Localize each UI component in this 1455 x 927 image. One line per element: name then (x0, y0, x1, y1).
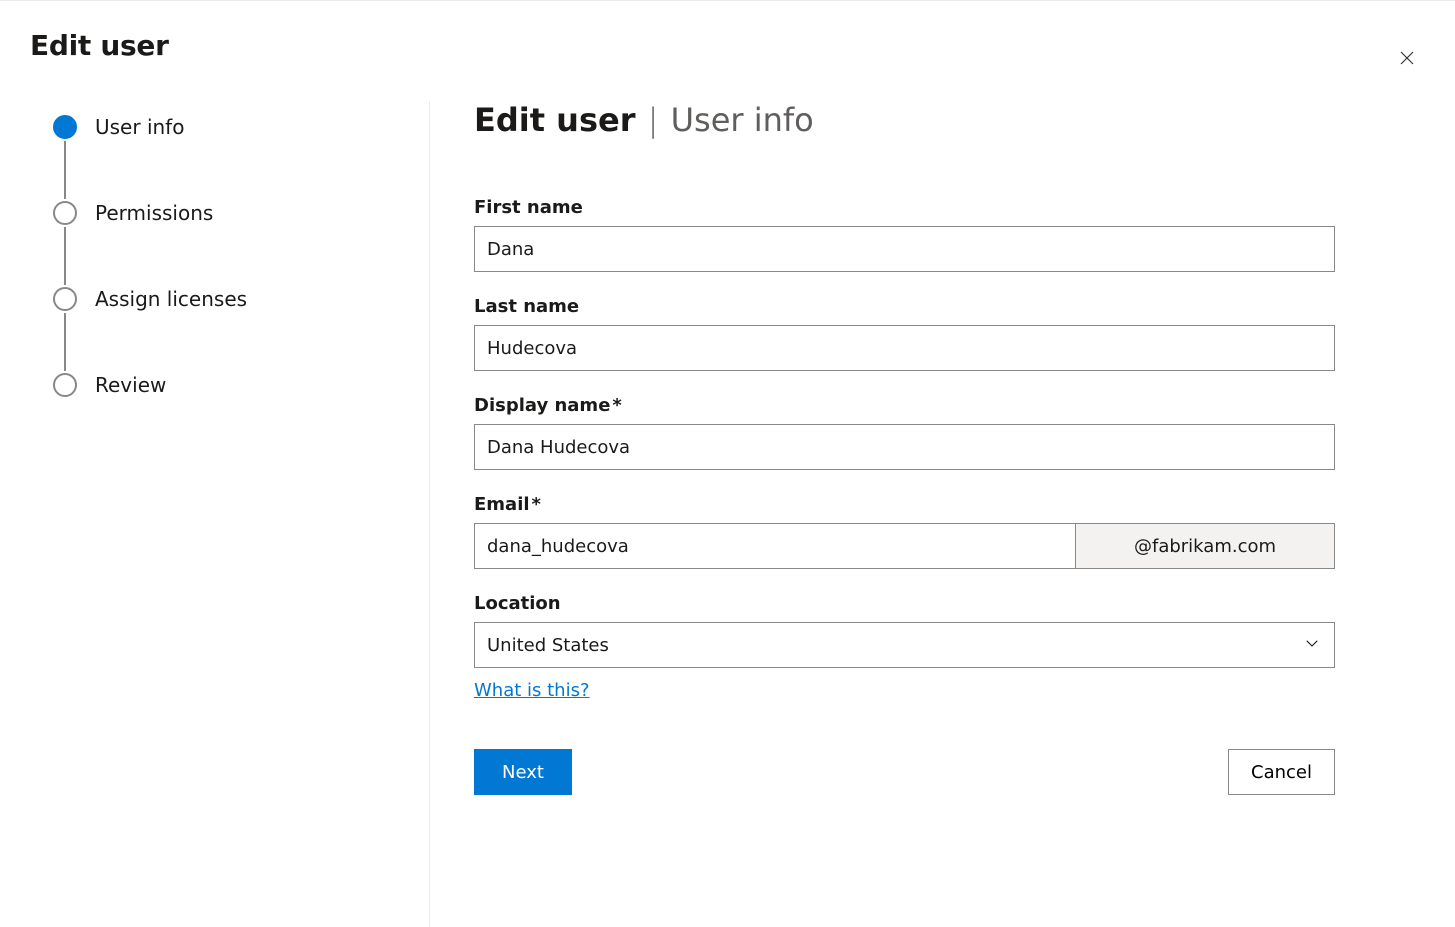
next-button[interactable]: Next (474, 749, 572, 795)
first-name-label: First name (474, 197, 1335, 218)
heading-main: Edit user (474, 101, 635, 139)
location-label: Location (474, 593, 1335, 614)
step-user-info[interactable]: User info (53, 115, 429, 139)
location-select[interactable] (474, 622, 1335, 668)
panel-title: Edit user (30, 29, 169, 62)
step-indicator-icon (53, 287, 77, 311)
email-domain-display: @fabrikam.com (1075, 523, 1335, 569)
email-label: Email* (474, 494, 1335, 515)
what-is-this-link[interactable]: What is this? (474, 680, 590, 701)
close-icon (1398, 49, 1416, 70)
email-input[interactable] (474, 523, 1075, 569)
step-permissions[interactable]: Permissions (53, 201, 429, 225)
heading-separator: | (637, 101, 668, 139)
close-button[interactable] (1395, 47, 1419, 71)
last-name-input[interactable] (474, 325, 1335, 371)
display-name-input[interactable] (474, 424, 1335, 470)
step-indicator-icon (53, 115, 77, 139)
wizard-steps: User info Permissions Assign licenses Re… (0, 101, 430, 927)
step-label: Permissions (95, 201, 213, 225)
step-indicator-icon (53, 373, 77, 397)
step-assign-licenses[interactable]: Assign licenses (53, 287, 429, 311)
cancel-button[interactable]: Cancel (1228, 749, 1335, 795)
display-name-label: Display name* (474, 395, 1335, 416)
last-name-label: Last name (474, 296, 1335, 317)
page-heading: Edit user | User info (474, 101, 1335, 139)
step-label: User info (95, 115, 184, 139)
step-review[interactable]: Review (53, 373, 429, 397)
step-label: Review (95, 373, 166, 397)
heading-sub: User info (671, 101, 814, 139)
step-label: Assign licenses (95, 287, 247, 311)
step-indicator-icon (53, 201, 77, 225)
first-name-input[interactable] (474, 226, 1335, 272)
